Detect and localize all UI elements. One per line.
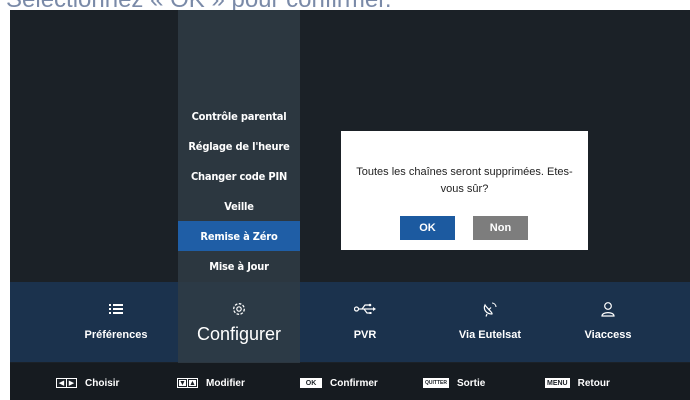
hint-exit-label: Sortie [456, 377, 486, 389]
confirm-dialog: Toutes les chaînes seront supprimées. Et… [341, 131, 588, 250]
dialog-message: Toutes les chaînes seront supprimées. Et… [356, 166, 573, 195]
submenu-item-time-setting[interactable]: Réglage de l'heure [178, 131, 300, 161]
hint-choose-label: Choisir [85, 377, 120, 389]
hint-exit: QUITTER Sortie [423, 377, 485, 389]
gear-icon [231, 299, 247, 319]
up-down-arrows-icon: ▼ ▲ [177, 378, 198, 388]
hint-choose: ◀ ▶ Choisir [56, 377, 119, 389]
hint-back: MENU Retour [545, 377, 610, 389]
main-menu-label: Configurer [196, 324, 282, 344]
instruction-caption: Sélectionnez « OK » pour confirmer. [6, 0, 392, 13]
main-menu-item-via-eutelsat[interactable]: Via Eutelsat [435, 282, 545, 362]
menu-key-icon: MENU [545, 378, 570, 388]
submenu-item-update[interactable]: Mise à Jour [178, 251, 300, 281]
satellite-dish-icon [482, 299, 498, 319]
ok-button[interactable]: OK [400, 216, 455, 240]
user-icon [601, 299, 615, 319]
hint-confirm: OK Confirmer [300, 377, 378, 389]
submenu-item-parental-control[interactable]: Contrôle parental [178, 101, 300, 131]
hint-confirm-label: Confirmer [330, 377, 378, 389]
main-menu-item-viaccess[interactable]: Viaccess [558, 282, 658, 362]
tv-screen: Contrôle parental Réglage de l'heure Cha… [10, 10, 690, 400]
main-menu-label: Viaccess [584, 329, 632, 341]
main-menu-label: PVR [353, 329, 377, 341]
main-menu-item-configure[interactable]: Configurer [178, 282, 300, 362]
hint-modify: ▼ ▲ Modifier [177, 377, 245, 389]
quit-key-icon: QUITTER [423, 378, 449, 388]
non-button[interactable]: Non [473, 216, 528, 240]
main-menu-item-pvr[interactable]: PVR [315, 282, 415, 362]
main-menu-label: Via Eutelsat [458, 329, 522, 341]
hint-modify-label: Modifier [206, 377, 245, 389]
submenu-item-standby[interactable]: Veille [178, 191, 300, 221]
ok-key-icon: OK [300, 378, 322, 388]
list-icon [109, 299, 123, 319]
main-menu-item-preferences[interactable]: Préférences [66, 282, 166, 362]
usb-icon [354, 299, 376, 319]
hint-back-label: Retour [577, 377, 610, 389]
main-menu-label: Préférences [84, 329, 148, 341]
left-right-arrows-icon: ◀ ▶ [56, 378, 77, 388]
submenu-item-change-pin[interactable]: Changer code PIN [178, 161, 300, 191]
submenu-item-factory-reset[interactable]: Remise à Zéro [178, 221, 300, 251]
